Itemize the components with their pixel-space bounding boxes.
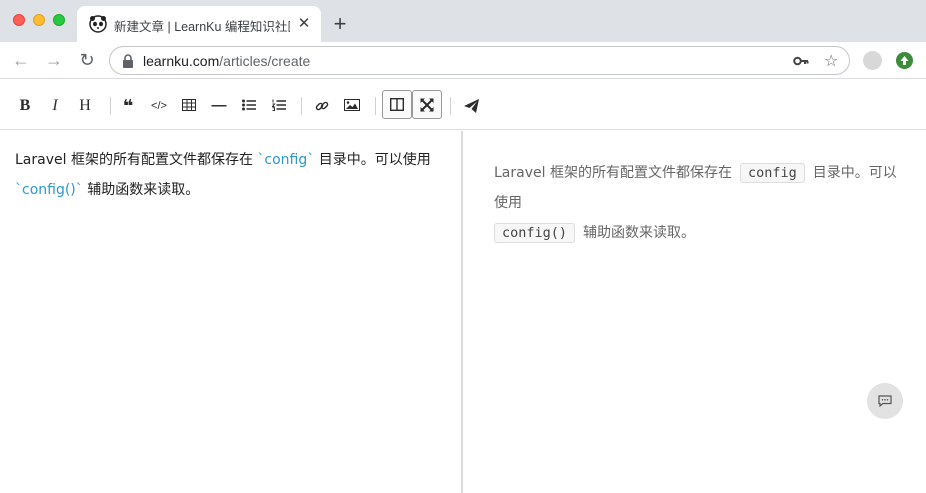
minimize-window-button[interactable]: [33, 14, 45, 26]
chat-button[interactable]: [867, 383, 903, 419]
table-button[interactable]: [175, 93, 203, 119]
browser-tab[interactable]: 新建文章 | LearnKu 编程知识社区 ✕: [77, 6, 321, 42]
extension-avatar-icon[interactable]: [863, 51, 882, 70]
panda-logo-icon: [89, 15, 107, 33]
back-arrow-icon[interactable]: ←: [11, 50, 31, 70]
columns-icon: [389, 97, 405, 112]
italic-button[interactable]: I: [41, 93, 69, 119]
fullscreen-button[interactable]: [412, 90, 442, 119]
editor-code-2: `config()`: [15, 182, 83, 198]
expand-icon: [420, 98, 434, 112]
preview-inline-code-2: config(): [494, 223, 576, 243]
bold-button[interactable]: B: [11, 93, 39, 119]
image-icon: [344, 99, 360, 111]
key-icon[interactable]: [793, 54, 809, 68]
preview-content: Laravel 框架的所有配置文件都保存在 config 目录中。可以使用 conf…: [494, 158, 904, 248]
browser-toolbar: ← → ↻ learnku.com/articles/create ☆: [0, 42, 926, 79]
editor-text-2: 目录中。可以使用: [314, 152, 431, 168]
extension-upload-icon[interactable]: [896, 52, 913, 69]
heading-button[interactable]: H: [71, 93, 99, 119]
markdown-editor[interactable]: Laravel 框架的所有配置文件都保存在 `config` 目录中。可以使用 …: [0, 131, 463, 493]
editor-text-3: 辅助函数来读取。: [82, 182, 200, 198]
paper-plane-icon: [463, 99, 479, 113]
image-button[interactable]: [338, 93, 366, 119]
lock-icon: [123, 54, 133, 68]
editor-toolbar: B I H ❝ </> —: [0, 80, 926, 130]
horizontal-rule-button[interactable]: —: [205, 93, 233, 119]
numbered-list-icon: [271, 99, 286, 111]
close-tab-icon[interactable]: ✕: [295, 15, 313, 33]
toolbar-divider: [375, 97, 376, 115]
side-by-side-button[interactable]: [382, 90, 412, 119]
bullet-list-icon: [242, 99, 256, 111]
toolbar-divider: [450, 97, 451, 115]
editor-content[interactable]: Laravel 框架的所有配置文件都保存在 `config` 目录中。可以使用 …: [15, 145, 455, 205]
publish-button[interactable]: [457, 93, 485, 119]
editor-code-1: `config`: [257, 152, 315, 168]
numbered-list-button[interactable]: [265, 93, 293, 119]
bullet-list-button[interactable]: [235, 93, 263, 119]
link-button[interactable]: [308, 93, 336, 119]
maximize-window-button[interactable]: [53, 14, 65, 26]
url-text: learnku.com/articles/create: [143, 53, 311, 69]
code-button[interactable]: </>: [145, 93, 173, 119]
tab-title: 新建文章 | LearnKu 编程知识社区: [114, 20, 290, 34]
link-icon: [315, 101, 329, 111]
toolbar-divider: [301, 97, 302, 115]
editor-text-1: Laravel 框架的所有配置文件都保存在: [15, 152, 258, 168]
markdown-preview: Laravel 框架的所有配置文件都保存在 config 目录中。可以使用 conf…: [465, 131, 926, 493]
preview-text-1: Laravel 框架的所有配置文件都保存在: [494, 165, 732, 181]
preview-text-3: 辅助函数来读取。: [583, 225, 696, 241]
forward-arrow-icon[interactable]: →: [44, 50, 64, 70]
table-icon: [182, 99, 196, 111]
new-tab-button[interactable]: +: [329, 13, 351, 35]
browser-tab-strip: 新建文章 | LearnKu 编程知识社区 ✕ +: [0, 0, 926, 42]
quote-button[interactable]: ❝: [114, 93, 142, 119]
preview-inline-code-1: config: [739, 163, 805, 183]
close-window-button[interactable]: [13, 14, 25, 26]
bookmark-star-icon[interactable]: ☆: [824, 51, 838, 71]
chat-bubble-icon: [878, 395, 892, 407]
reload-icon[interactable]: ↻: [77, 50, 97, 70]
toolbar-divider: [110, 97, 111, 115]
address-bar[interactable]: learnku.com/articles/create ☆: [109, 46, 850, 75]
